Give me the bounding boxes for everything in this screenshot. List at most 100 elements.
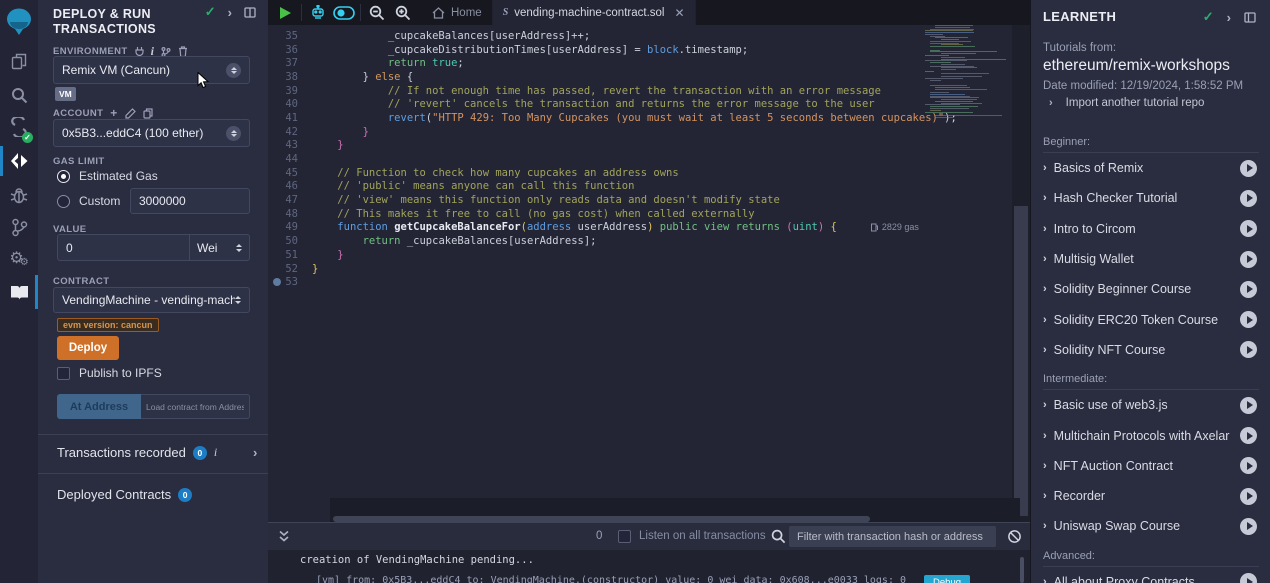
transactions-expand-icon[interactable]: › [253,445,257,460]
tutorial-item[interactable]: ›Solidity NFT Course [1031,335,1270,365]
tutorial-item[interactable]: ›Hash Checker Tutorial [1031,183,1270,213]
estimated-gas-radio[interactable] [57,170,70,183]
tutorial-item[interactable]: ›Intro to Circom [1031,214,1270,244]
listen-all-transactions-label: Listen on all transactions [639,530,766,542]
transaction-filter-input[interactable] [789,526,996,547]
tutorial-item[interactable]: ›Recorder [1031,481,1270,511]
at-address-button[interactable]: At Address [57,394,141,419]
code-line: 49 function getCupcakeBalanceFor(address… [268,221,1030,235]
evm-version-badge: evm version: cancun [57,318,159,332]
collapse-terminal-icon[interactable] [278,530,290,543]
account-stepper-icon[interactable] [226,126,241,141]
play-tutorial-button[interactable] [1240,573,1257,583]
tutorial-item-label: Recorder [1054,489,1240,503]
learneth-icon[interactable] [0,277,38,307]
play-tutorial-button[interactable] [1240,251,1257,268]
learneth-expand-icon[interactable]: › [1227,10,1231,25]
editor-minimap[interactable] [925,25,1012,118]
play-tutorial-button[interactable] [1240,457,1257,474]
copy-account-icon[interactable] [143,108,153,119]
custom-gas-radio[interactable] [57,195,70,208]
gas-limit-label: GAS LIMIT [53,156,105,167]
tutorial-item-label: Basic use of web3.js [1054,398,1240,412]
tutorial-item[interactable]: ›Multisig Wallet [1031,244,1270,274]
copilot-toggle[interactable] [331,0,357,25]
tutorial-item[interactable]: ›Solidity Beginner Course [1031,274,1270,304]
tutorial-item-label: Solidity ERC20 Token Course [1054,313,1240,327]
deploy-button[interactable]: Deploy [57,336,119,360]
fork-state-icon[interactable] [161,47,171,57]
editor-scrollbar-track[interactable] [1012,25,1030,522]
editor-scrollbar-thumb[interactable] [1014,206,1028,516]
close-tab-icon[interactable]: ✕ [674,6,684,20]
compile-success-badge: ✓ [22,132,33,143]
play-tutorial-button[interactable] [1240,518,1257,535]
play-tutorial-button[interactable] [1240,281,1257,298]
gas-estimate-annotation: 2829 gas [871,222,919,232]
deploy-run-icon[interactable] [0,146,38,176]
learneth-pin-icon[interactable] [1244,12,1256,23]
listen-all-transactions-checkbox[interactable] [618,530,631,543]
terminal-search-icon[interactable] [771,529,786,544]
date-modified: Date modified: 12/19/2024, 1:58:52 PM [1043,80,1263,92]
publish-ipfs-label: Publish to IPFS [79,366,162,380]
environment-select[interactable]: Remix VM (Cancun) [53,56,250,84]
clear-terminal-icon[interactable] [1007,529,1022,544]
tutorial-item[interactable]: ›Basics of Remix [1031,153,1270,183]
account-select[interactable]: 0x5B3...eddC4 (100 ether) [53,119,250,147]
unit-carets-icon [236,244,242,252]
value-unit-select[interactable]: Wei [190,234,250,261]
debug-button[interactable]: Debug [924,575,970,583]
import-tutorial-repo[interactable]: › Import another tutorial repo [1049,97,1204,109]
contract-carets-icon [235,296,241,304]
play-tutorial-button[interactable] [1240,220,1257,237]
tutorial-item[interactable]: ›All about Proxy Contracts [1031,567,1270,583]
play-tutorial-button[interactable] [1240,427,1257,444]
at-address-input[interactable] [141,394,250,419]
terminal-toolbar: 0 Listen on all transactions [268,523,1030,550]
environment-stepper-icon[interactable] [226,63,241,78]
debugger-icon[interactable] [0,180,38,210]
play-tutorial-button[interactable] [1240,190,1257,207]
tutorial-item[interactable]: ›Solidity ERC20 Token Course [1031,304,1270,334]
code-line: 41 revert("HTTP 429: Too Many Cupcakes (… [268,111,1030,125]
custom-gas-input[interactable] [130,188,250,214]
zoom-in-icon[interactable] [390,0,416,25]
tutorial-item[interactable]: ›NFT Auction Contract [1031,451,1270,481]
git-icon[interactable] [0,212,38,242]
play-tutorial-button[interactable] [1240,341,1257,358]
add-account-icon[interactable]: + [110,106,117,120]
panel-pin-icon[interactable] [244,7,256,18]
tutorial-item[interactable]: ›Basic use of web3.js [1031,390,1270,420]
edit-account-icon[interactable] [125,108,136,119]
transactions-info-icon[interactable]: i [214,445,217,460]
zoom-out-icon[interactable] [364,0,390,25]
tab-vending-machine-contract[interactable]: S vending-machine-contract.sol ✕ [493,0,696,25]
tutorial-item[interactable]: ›Uniswap Swap Course [1031,511,1270,541]
play-tutorial-button[interactable] [1240,397,1257,414]
publish-ipfs-checkbox[interactable] [57,367,70,380]
tab-home[interactable]: Home [422,0,493,25]
code-editor[interactable]: 35 _cupcakeBalances[userAddress]++;36 _c… [268,25,1030,522]
play-tutorial-button[interactable] [1240,488,1257,505]
run-script-button[interactable] [272,0,298,25]
solidity-compiler-icon[interactable]: ✓ [0,112,38,142]
contract-select[interactable]: VendingMachine - vending-machin [53,287,250,313]
panel-expand-icon[interactable]: › [228,5,232,20]
terminal-log-area[interactable]: creation of VendingMachine pending... [v… [268,550,1030,583]
panel-status-check-icon: ✓ [205,4,216,20]
file-explorer-icon[interactable] [0,46,38,76]
code-line: 38 } else { [268,70,1030,84]
play-tutorial-button[interactable] [1240,311,1257,328]
remix-logo[interactable] [0,5,38,39]
plug-icon[interactable] [135,47,144,57]
search-icon[interactable] [0,80,38,110]
play-tutorial-button[interactable] [1240,160,1257,177]
settings-icon[interactable]: ⚙⚙ [0,244,38,274]
terminal-scrollbar-thumb[interactable] [1020,557,1024,583]
ai-assistant-icon[interactable] [305,0,331,25]
value-input[interactable] [57,234,190,261]
tutorial-item[interactable]: ›Multichain Protocols with Axelar [1031,420,1270,450]
chevron-right-icon: › [1043,520,1047,532]
tab-file-label: vending-machine-contract.sol [514,7,664,19]
